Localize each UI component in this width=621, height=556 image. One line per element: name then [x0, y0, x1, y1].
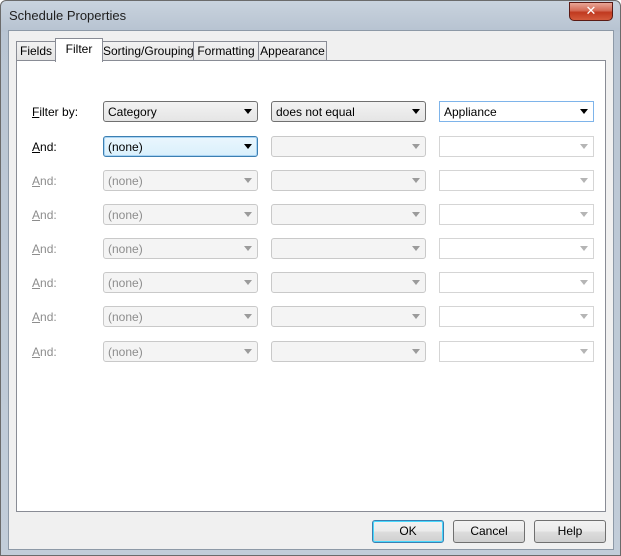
chevron-down-icon: [412, 246, 420, 251]
close-icon: ✕: [585, 4, 597, 19]
tab-fields[interactable]: Fields: [16, 41, 56, 61]
chevron-down-icon: [412, 178, 420, 183]
and-label-7: And:: [32, 345, 57, 359]
and-label-2: And:: [32, 174, 57, 188]
tab-label: Formatting: [197, 44, 255, 58]
and-label-3: And:: [32, 208, 57, 222]
chevron-down-icon: [580, 178, 588, 183]
filter-condition-dropdown-5[interactable]: [271, 238, 426, 259]
filter-value-combo-8[interactable]: [439, 341, 594, 362]
tab-filter[interactable]: Filter: [55, 38, 103, 62]
dropdown-value: (none): [108, 310, 143, 324]
chevron-down-icon: [244, 314, 252, 319]
dropdown-value: (none): [108, 140, 143, 154]
filter-condition-dropdown-8[interactable]: [271, 341, 426, 362]
chevron-down-icon: [412, 212, 420, 217]
filter-field-dropdown-5[interactable]: (none): [103, 238, 258, 259]
dropdown-value: (none): [108, 174, 143, 188]
title-bar: Schedule Properties ✕: [1, 1, 620, 31]
filter-field-dropdown-1[interactable]: Category: [103, 101, 258, 122]
tab-label: Sorting/Grouping: [103, 44, 194, 58]
chevron-down-icon: [412, 280, 420, 285]
filter-by-label: Filter by:: [32, 105, 79, 119]
chevron-down-icon: [580, 212, 588, 217]
filter-condition-dropdown-6[interactable]: [271, 272, 426, 293]
chevron-down-icon: [580, 144, 588, 149]
button-label: Cancel: [470, 524, 508, 538]
filter-value-combo-3[interactable]: [439, 170, 594, 191]
chevron-down-icon: [244, 246, 252, 251]
cancel-button[interactable]: Cancel: [453, 520, 525, 543]
and-label-5: And:: [32, 276, 57, 290]
chevron-down-icon: [580, 280, 588, 285]
filter-value-combo-1[interactable]: Appliance: [439, 101, 594, 122]
tab-label: Appearance: [260, 44, 325, 58]
tab-label: Fields: [19, 44, 52, 58]
tab-label: Filter: [65, 42, 93, 56]
tab-appearance[interactable]: Appearance: [258, 41, 327, 61]
chevron-down-icon: [244, 109, 252, 114]
tab-sorting-grouping[interactable]: Sorting/Grouping: [102, 41, 194, 61]
and-label-1: And:: [32, 140, 57, 154]
button-label: Help: [557, 524, 583, 538]
filter-value-combo-2[interactable]: [439, 136, 594, 157]
filter-condition-dropdown-4[interactable]: [271, 204, 426, 225]
filter-condition-dropdown-7[interactable]: [271, 306, 426, 327]
dropdown-value: (none): [108, 345, 143, 359]
dropdown-value: (none): [108, 242, 143, 256]
filter-value-combo-6[interactable]: [439, 272, 594, 293]
filter-condition-dropdown-1[interactable]: does not equal: [271, 101, 426, 122]
chevron-down-icon: [412, 314, 420, 319]
chevron-down-icon: [244, 178, 252, 183]
chevron-down-icon: [244, 212, 252, 217]
filter-field-dropdown-2[interactable]: (none): [103, 136, 258, 157]
filter-tab-panel: Filter by: Category does not equal Appli…: [16, 60, 606, 512]
filter-condition-dropdown-2[interactable]: [271, 136, 426, 157]
dropdown-value: (none): [108, 276, 143, 290]
dropdown-value: Category: [108, 105, 157, 119]
dialog-client-area: Fields Filter Sorting/Grouping Formattin…: [8, 30, 614, 550]
filter-field-dropdown-6[interactable]: (none): [103, 272, 258, 293]
filter-value-combo-5[interactable]: [439, 238, 594, 259]
filter-field-dropdown-4[interactable]: (none): [103, 204, 258, 225]
window-title: Schedule Properties: [9, 8, 127, 23]
chevron-down-icon: [244, 280, 252, 285]
filter-condition-dropdown-3[interactable]: [271, 170, 426, 191]
close-button[interactable]: ✕: [569, 2, 613, 21]
filter-field-dropdown-3[interactable]: (none): [103, 170, 258, 191]
filter-field-dropdown-7[interactable]: (none): [103, 306, 258, 327]
chevron-down-icon: [412, 144, 420, 149]
tab-formatting[interactable]: Formatting: [193, 41, 259, 61]
filter-field-dropdown-8[interactable]: (none): [103, 341, 258, 362]
button-label: OK: [399, 524, 417, 538]
chevron-down-icon: [412, 109, 420, 114]
chevron-down-icon: [412, 349, 420, 354]
ok-button[interactable]: OK: [372, 520, 444, 543]
and-label-4: And:: [32, 242, 57, 256]
dropdown-value: Appliance: [444, 105, 497, 119]
help-button[interactable]: Help: [534, 520, 606, 543]
chevron-down-icon: [580, 246, 588, 251]
chevron-down-icon: [580, 314, 588, 319]
dropdown-value: (none): [108, 208, 143, 222]
and-label-6: And:: [32, 310, 57, 324]
chevron-down-icon: [244, 144, 252, 149]
chevron-down-icon: [580, 109, 588, 114]
chevron-down-icon: [244, 349, 252, 354]
dropdown-value: does not equal: [276, 105, 355, 119]
schedule-properties-dialog: Schedule Properties ✕ Fields Filter Sort…: [0, 0, 621, 556]
chevron-down-icon: [580, 349, 588, 354]
filter-value-combo-4[interactable]: [439, 204, 594, 225]
filter-value-combo-7[interactable]: [439, 306, 594, 327]
